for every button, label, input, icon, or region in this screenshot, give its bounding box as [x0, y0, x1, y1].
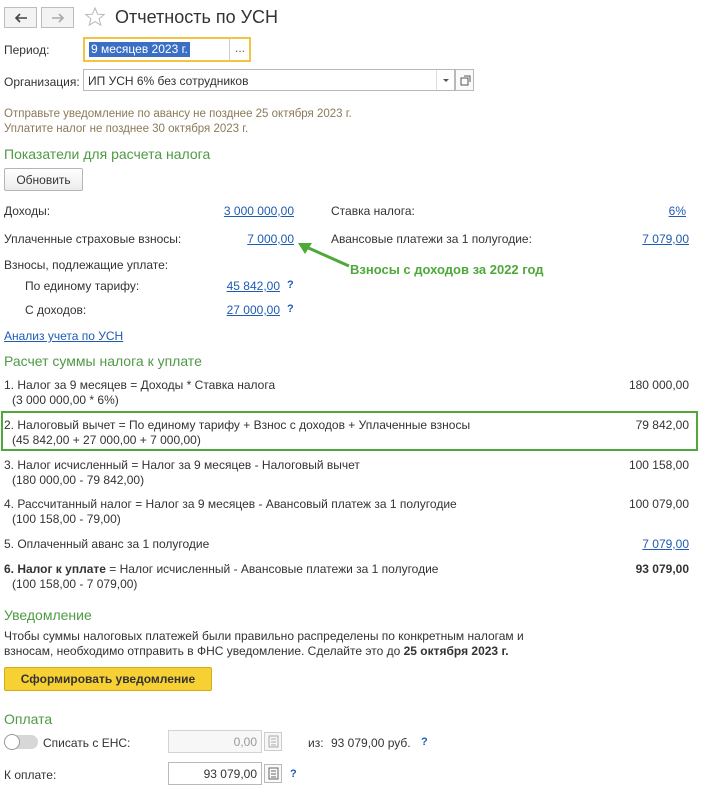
organization-dropdown[interactable] [436, 70, 455, 90]
arrow-right-icon [51, 12, 64, 23]
open-form-icon [460, 75, 471, 86]
period-select-button[interactable]: ... [229, 39, 250, 60]
notification-text: взносам, необходимо отправить в ФНС увед… [4, 644, 404, 658]
calc-row-6-title: 6. Налог к уплате [4, 562, 106, 576]
calc-row-4-formula: 4. Рассчитанный налог = Налог за 9 месяц… [4, 497, 457, 511]
paid-insurance-value[interactable]: 7 000,00 [190, 232, 294, 246]
ens-label: Списать с ЕНС: [43, 736, 131, 750]
calculator-icon [268, 767, 279, 780]
calc-row-6-formula: 6. Налог к уплате = Налог исчисленный - … [4, 562, 438, 576]
income-value[interactable]: 3 000 000,00 [190, 204, 294, 218]
calc-row-4-detail: (100 158,00 - 79,00) [12, 512, 121, 526]
single-tariff-label: По единому тарифу: [25, 279, 140, 293]
to-pay-calculator-button[interactable] [264, 764, 282, 783]
single-tariff-value[interactable]: 45 842,00 [190, 279, 280, 293]
calc-row-3-formula: 3. Налог исчисленный = Налог за 9 месяце… [4, 458, 360, 472]
calc-row-2-detail: (45 842,00 + 27 000,00 + 7 000,00) [12, 433, 201, 447]
ens-toggle[interactable] [4, 734, 38, 750]
indicators-section-title: Показатели для расчета налога [4, 146, 211, 162]
calc-section-title: Расчет суммы налога к уплате [4, 353, 202, 369]
period-field[interactable]: 9 месяцев 2023 г. ... [83, 37, 251, 62]
open-organization-button[interactable] [455, 69, 474, 91]
refresh-button[interactable]: Обновить [4, 168, 83, 191]
single-tariff-help-icon[interactable]: ? [287, 279, 294, 291]
refresh-button-label: Обновить [16, 172, 71, 187]
calc-row-6-detail: (100 158,00 - 7 079,00) [12, 577, 138, 591]
to-pay-label: К оплате: [4, 768, 57, 782]
notification-deadline: 25 октября 2023 г. [403, 644, 509, 658]
notice-tax: Уплатите налог не позднее 30 октября 202… [4, 123, 249, 135]
paid-insurance-label: Уплаченные страховые взносы: [4, 232, 182, 246]
to-pay-help-icon[interactable]: ? [290, 768, 297, 780]
calc-row-5-formula: 5. Оплаченный аванс за 1 полугодие [4, 537, 210, 551]
calc-row-4-value: 100 079,00 [628, 497, 689, 511]
notification-text-line1: Чтобы суммы налоговых платежей были прав… [4, 629, 524, 643]
period-label: Период: [4, 43, 50, 57]
organization-value: ИП УСН 6% без сотрудников [88, 74, 249, 88]
ens-amount-field[interactable]: 0,00 [168, 730, 262, 753]
analysis-link[interactable]: Анализ учета по УСН [4, 329, 123, 343]
dropdown-arrow-icon [443, 79, 449, 82]
ens-from-label: из: [308, 736, 324, 750]
calc-row-6-rest: = Налог исчисленный - Авансовые платежи … [105, 562, 439, 576]
notification-section-title: Уведомление [4, 607, 92, 623]
tax-rate-value[interactable]: 6% [600, 204, 686, 218]
from-income-value[interactable]: 27 000,00 [190, 303, 280, 317]
ens-calculator-button[interactable] [264, 732, 282, 751]
organization-field[interactable]: ИП УСН 6% без сотрудников [83, 69, 455, 91]
ens-help-icon[interactable]: ? [421, 736, 428, 748]
advance-payments-value[interactable]: 7 079,00 [600, 232, 689, 246]
calc-row-3-value: 100 158,00 [628, 458, 689, 472]
organization-label: Организация: [4, 75, 80, 89]
period-value: 9 месяцев 2023 г. [89, 42, 190, 57]
page-title: Отчетность по УСН [115, 7, 279, 27]
forward-button[interactable] [41, 7, 74, 28]
calc-row-2-value: 79 842,00 [635, 418, 689, 432]
annotation-arrow-icon [298, 243, 350, 268]
to-pay-value: 93 079,00 [203, 767, 257, 781]
advance-payments-label: Авансовые платежи за 1 полугодие: [331, 232, 532, 246]
calc-row-2-formula: 2. Налоговый вычет = По единому тарифу +… [4, 418, 471, 432]
from-income-help-icon[interactable]: ? [287, 303, 294, 315]
notification-text-line2: взносам, необходимо отправить в ФНС увед… [4, 644, 509, 658]
annotation-text: Взносы с доходов за 2022 год [350, 262, 544, 277]
to-pay-field[interactable]: 93 079,00 [168, 762, 262, 785]
calc-row-5-value[interactable]: 7 079,00 [580, 537, 689, 551]
calc-row-6-value: 93 079,00 [635, 562, 689, 576]
notice-advance: Отправьте уведомление по авансу не поздн… [4, 108, 352, 120]
calc-row-1-formula: 1. Налог за 9 месяцев = Доходы * Ставка … [4, 378, 276, 392]
calc-row-1-detail: (3 000 000,00 * 6%) [12, 393, 119, 407]
ens-total-value: 93 079,00 руб. [331, 736, 411, 750]
contributions-due-label: Взносы, подлежащие уплате: [4, 258, 169, 272]
back-button[interactable] [4, 7, 37, 28]
calculator-icon [268, 735, 279, 748]
toggle-knob [4, 734, 20, 750]
payment-section-title: Оплата [4, 711, 53, 727]
calc-row-1-value: 180 000,00 [628, 378, 689, 392]
income-label: Доходы: [4, 204, 51, 218]
ens-amount-value: 0,00 [233, 735, 257, 749]
generate-notification-button[interactable]: Сформировать уведомление [4, 667, 212, 691]
arrow-left-icon [14, 12, 27, 23]
tax-rate-label: Ставка налога: [331, 204, 415, 218]
generate-notification-label: Сформировать уведомление [20, 672, 196, 686]
from-income-label: С доходов: [25, 303, 87, 317]
calc-row-3-detail: (180 000,00 - 79 842,00) [12, 473, 145, 487]
star-favorite-icon[interactable] [84, 6, 106, 28]
